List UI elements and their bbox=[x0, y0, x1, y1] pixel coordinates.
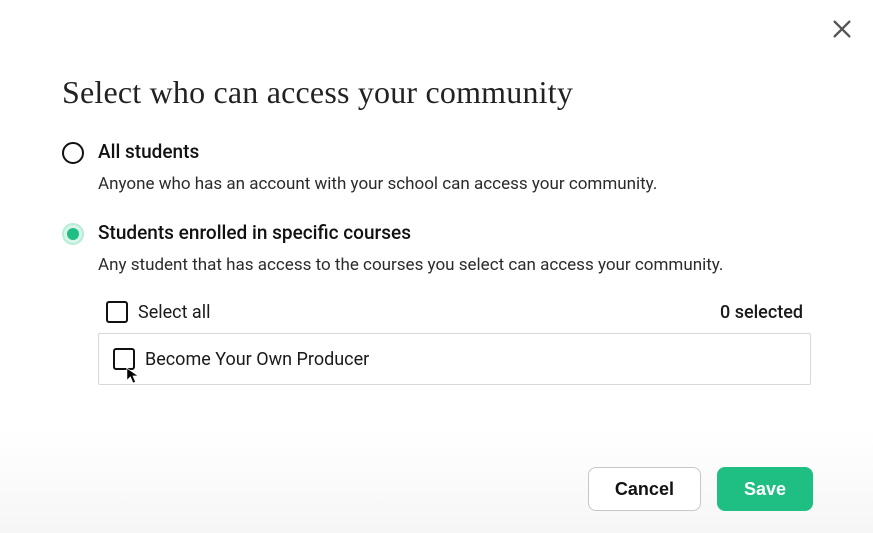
radio-all-students[interactable] bbox=[62, 142, 84, 164]
option-all-description: Anyone who has an account with your scho… bbox=[98, 172, 811, 197]
option-all-label: All students bbox=[98, 139, 811, 166]
option-specific-label: Students enrolled in specific courses bbox=[98, 220, 811, 247]
option-all-body: All students Anyone who has an account w… bbox=[98, 139, 811, 196]
course-select-area: Select all 0 selected Become Your Own Pr… bbox=[98, 301, 811, 385]
select-all-row: Select all 0 selected bbox=[98, 301, 811, 331]
option-specific-body: Students enrolled in specific courses An… bbox=[98, 220, 811, 277]
select-all-control[interactable]: Select all bbox=[106, 301, 210, 323]
cursor-icon bbox=[126, 367, 140, 385]
dialog-content: Select who can access your community All… bbox=[0, 0, 873, 385]
option-all-students[interactable]: All students Anyone who has an account w… bbox=[62, 139, 811, 196]
save-button[interactable]: Save bbox=[717, 467, 813, 511]
option-specific-courses[interactable]: Students enrolled in specific courses An… bbox=[62, 220, 811, 277]
close-icon bbox=[831, 18, 853, 40]
page-title: Select who can access your community bbox=[62, 74, 811, 111]
course-checkbox[interactable] bbox=[113, 348, 135, 370]
course-item[interactable]: Become Your Own Producer bbox=[99, 334, 810, 384]
dialog-footer: Cancel Save bbox=[0, 449, 873, 533]
course-list: Become Your Own Producer bbox=[98, 333, 811, 385]
course-name: Become Your Own Producer bbox=[145, 349, 369, 370]
close-button[interactable] bbox=[831, 18, 853, 40]
select-all-checkbox[interactable] bbox=[106, 301, 128, 323]
select-all-label: Select all bbox=[138, 302, 210, 323]
selected-count: 0 selected bbox=[720, 302, 803, 323]
option-specific-description: Any student that has access to the cours… bbox=[98, 253, 811, 278]
radio-specific-courses[interactable] bbox=[62, 223, 84, 245]
cancel-button[interactable]: Cancel bbox=[588, 467, 701, 511]
